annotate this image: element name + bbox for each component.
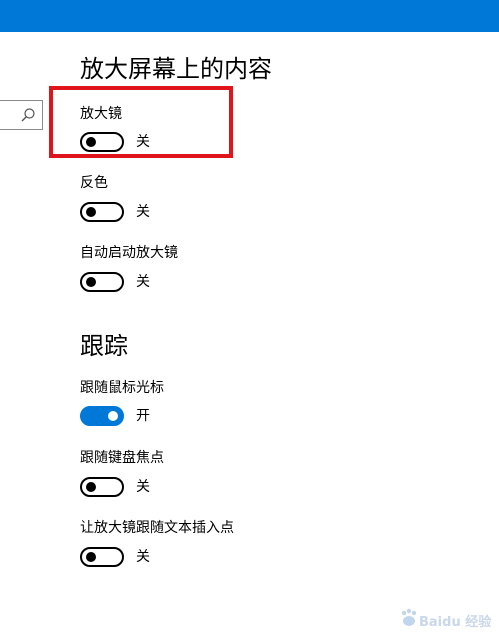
auto-start-magnifier-toggle[interactable] xyxy=(80,272,124,292)
follow-mouse-toggle-row: 开 xyxy=(80,406,150,426)
invert-colors-label: 反色 xyxy=(80,175,108,191)
search-icon[interactable] xyxy=(20,107,36,123)
toggle-knob xyxy=(86,552,96,562)
follow-keyboard-toggle[interactable] xyxy=(80,477,124,497)
follow-keyboard-toggle-row: 关 xyxy=(80,477,150,497)
follow-mouse-toggle[interactable] xyxy=(80,406,124,426)
auto-start-magnifier-toggle-state: 关 xyxy=(136,274,150,290)
toggle-knob xyxy=(86,277,96,287)
auto-start-magnifier-label: 自动启动放大镜 xyxy=(80,245,178,261)
invert-colors-toggle[interactable] xyxy=(80,202,124,222)
baidu-jingyan-logo: Baidu 经验 xyxy=(401,608,491,630)
follow-mouse-toggle-state: 开 xyxy=(136,408,150,424)
section-title-magnify: 放大屏幕上的内容 xyxy=(80,55,272,83)
auto-start-magnifier-toggle-row: 关 xyxy=(80,272,150,292)
watermark-text: Baidu 经验 xyxy=(419,614,491,630)
section-title-tracking: 跟踪 xyxy=(80,332,128,360)
invert-colors-toggle-state: 关 xyxy=(136,204,150,220)
follow-mouse-label: 跟随鼠标光标 xyxy=(80,380,164,396)
follow-keyboard-toggle-state: 关 xyxy=(136,479,150,495)
follow-text-cursor-toggle-row: 关 xyxy=(80,547,150,567)
follow-keyboard-label: 跟随键盘焦点 xyxy=(80,450,164,466)
follow-text-cursor-toggle[interactable] xyxy=(80,547,124,567)
toggle-knob xyxy=(108,411,118,421)
follow-text-cursor-toggle-state: 关 xyxy=(136,549,150,565)
toggle-knob xyxy=(86,207,96,217)
follow-text-cursor-label: 让放大镜跟随文本插入点 xyxy=(80,520,234,536)
toggle-knob xyxy=(86,482,96,492)
invert-colors-toggle-row: 关 xyxy=(80,202,150,222)
window-title-bar xyxy=(0,0,499,32)
settings-search-box[interactable] xyxy=(0,100,43,130)
annotation-highlight-box xyxy=(49,86,233,158)
